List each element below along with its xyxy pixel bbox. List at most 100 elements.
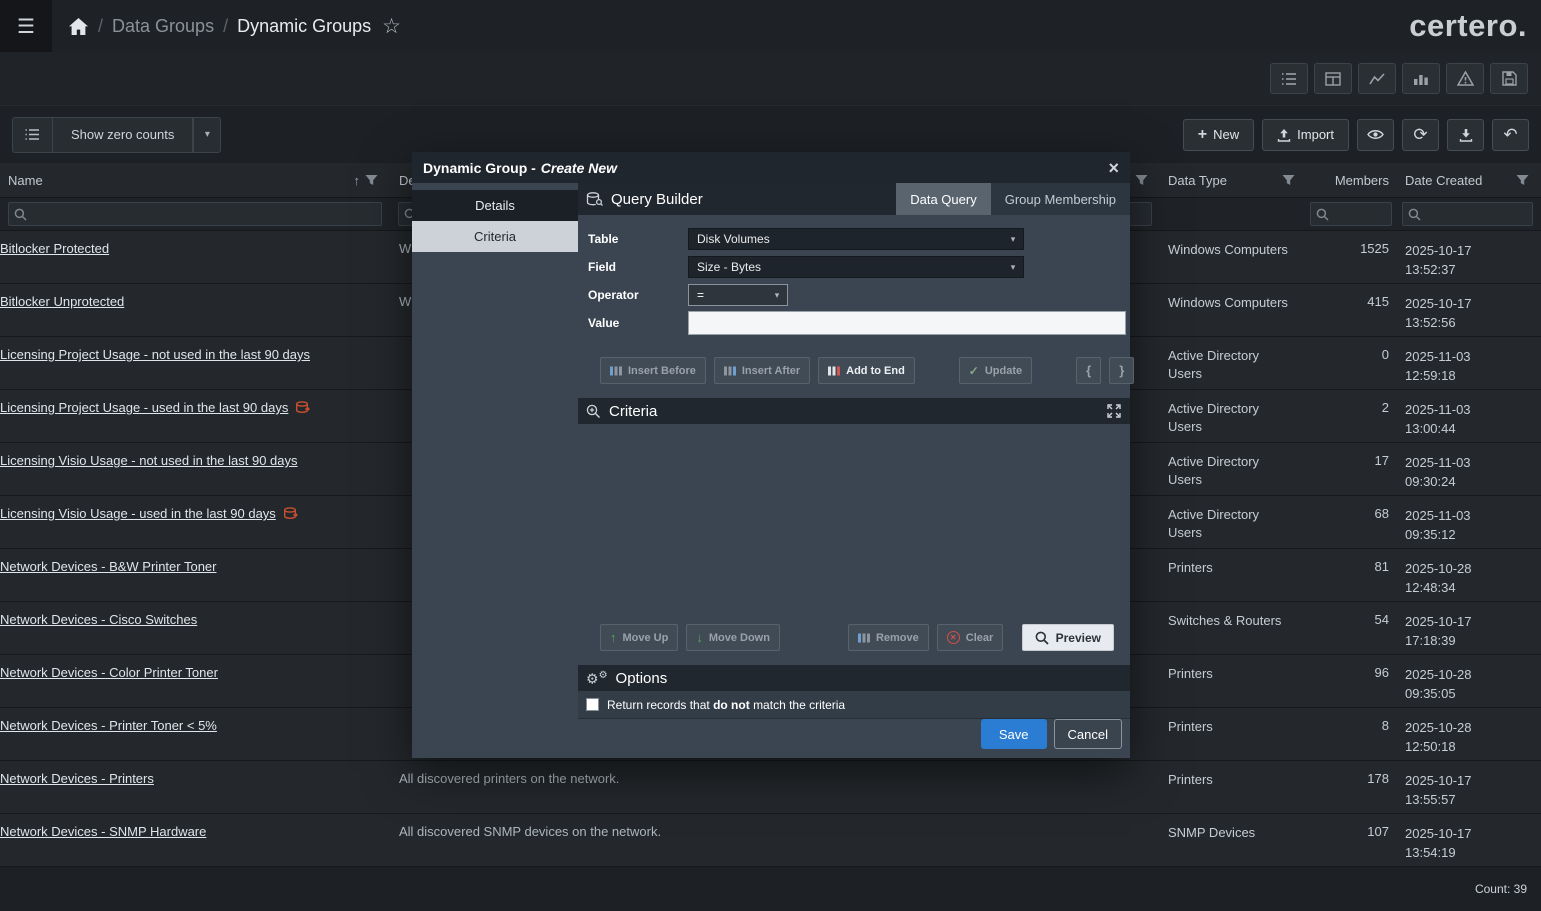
hamburger-menu-icon[interactable]: ☰ (0, 0, 52, 52)
cancel-button[interactable]: Cancel (1053, 719, 1122, 749)
group-data-type: Printers (1168, 666, 1213, 681)
group-name-link[interactable]: Network Devices - Printer Toner < 5% (0, 718, 217, 733)
grid-view-icon[interactable] (1314, 63, 1352, 94)
group-date-created: 2025-10-17 17:18:39 (1405, 614, 1472, 648)
remove-button[interactable]: Remove (847, 624, 929, 651)
group-name-link[interactable]: Licensing Visio Usage - not used in the … (0, 453, 298, 468)
return-not-match-checkbox[interactable] (586, 698, 599, 711)
check-icon: ✓ (968, 363, 979, 378)
group-date-created: 2025-10-17 13:55:57 (1405, 773, 1472, 807)
group-name-link[interactable]: Licensing Project Usage - not used in th… (0, 347, 310, 362)
zoom-plus-icon (586, 404, 601, 418)
plus-icon: + (1197, 125, 1208, 143)
insert-after-button[interactable]: Insert After (713, 357, 811, 384)
zero-counts-dropdown-caret[interactable]: ▾ (193, 116, 222, 153)
column-header-date-created[interactable]: Date Created (1395, 163, 1541, 197)
tab-details[interactable]: Details (412, 190, 578, 221)
column-header-members[interactable]: Members (1305, 163, 1395, 197)
filter-funnel-icon[interactable] (1135, 174, 1148, 186)
filter-funnel-icon[interactable] (1282, 174, 1295, 186)
favorite-star-icon[interactable]: ☆ (382, 14, 401, 39)
move-down-button[interactable]: ↓ Move Down (686, 624, 780, 651)
insert-button-row: Insert Before Insert After Add to End ✓ … (600, 357, 1135, 384)
modal-footer: Save Cancel (578, 719, 1130, 758)
close-icon[interactable]: × (1108, 159, 1119, 177)
alerts-warning-icon[interactable] (1446, 63, 1484, 94)
new-button[interactable]: + New (1182, 118, 1255, 151)
column-header-name[interactable]: Name ↑ (0, 163, 390, 197)
modal-title-bar: Dynamic Group - Create New × (412, 152, 1130, 183)
filter-funnel-icon[interactable] (1516, 174, 1529, 186)
export-button[interactable] (1447, 118, 1484, 151)
clear-button[interactable]: ✕ Clear (936, 624, 1004, 651)
undo-icon: ↶ (1503, 125, 1518, 144)
list-view-icon[interactable] (1270, 63, 1308, 94)
filter-funnel-icon[interactable] (365, 174, 378, 186)
toggle-visibility-button[interactable] (1357, 118, 1394, 151)
import-button[interactable]: Import (1262, 118, 1349, 151)
show-zero-counts-button[interactable]: Show zero counts (52, 116, 194, 153)
criteria-empty-area[interactable] (578, 424, 1130, 624)
group-data-type: Active Directory Users (1168, 401, 1260, 434)
open-brace-button[interactable]: { (1076, 357, 1102, 384)
group-name-link[interactable]: Bitlocker Unprotected (0, 294, 124, 309)
preview-button[interactable]: Preview (1021, 624, 1114, 651)
group-name-link[interactable]: Bitlocker Protected (0, 241, 109, 256)
group-name-link[interactable]: Network Devices - SNMP Hardware (0, 824, 206, 839)
tab-group-membership[interactable]: Group Membership (990, 183, 1130, 215)
expand-icon[interactable] (1107, 404, 1121, 418)
insert-before-button[interactable]: Insert Before (600, 357, 706, 384)
group-data-type: Windows Computers (1168, 295, 1288, 310)
close-brace-button[interactable]: } (1109, 357, 1135, 384)
group-date-created: 2025-10-17 13:52:56 (1405, 296, 1472, 330)
group-data-type: Switches & Routers (1168, 613, 1282, 628)
members-filter-input[interactable] (1310, 202, 1392, 226)
save-button[interactable]: Save (980, 719, 1047, 749)
criteria-title: Criteria (609, 402, 658, 420)
group-data-type: Printers (1168, 560, 1213, 575)
add-to-end-button[interactable]: Add to End (818, 357, 915, 384)
breadcrumb-data-groups[interactable]: Data Groups (112, 16, 214, 37)
group-date-created: 2025-11-03 09:35:12 (1405, 508, 1471, 542)
group-members-count: 96 (1374, 665, 1389, 680)
search-icon (1035, 631, 1049, 645)
column-header-data-type[interactable]: Data Type (1160, 163, 1305, 197)
group-name-link[interactable]: Network Devices - B&W Printer Toner (0, 559, 217, 574)
options-header: ⚙⚙ Options (578, 665, 1130, 691)
group-members-count: 178 (1367, 771, 1389, 786)
save-view-icon[interactable] (1490, 63, 1528, 94)
group-name-link[interactable]: Licensing Project Usage - used in the la… (0, 400, 288, 415)
tab-criteria[interactable]: Criteria (412, 221, 578, 252)
name-filter-input[interactable] (8, 202, 382, 226)
view-toolbar (0, 52, 1541, 106)
group-name-link[interactable]: Licensing Visio Usage - used in the last… (0, 506, 276, 521)
checkbox-label: Return records that do not match the cri… (607, 697, 846, 712)
line-chart-icon[interactable] (1358, 63, 1396, 94)
group-date-created: 2025-10-28 09:35:05 (1405, 667, 1472, 701)
group-name-link[interactable]: Network Devices - Printers (0, 771, 154, 786)
group-name-link[interactable]: Network Devices - Cisco Switches (0, 612, 197, 627)
group-members-count: 1525 (1360, 241, 1389, 256)
group-name-link[interactable]: Network Devices - Color Printer Toner (0, 665, 218, 680)
bar-chart-icon[interactable] (1402, 63, 1440, 94)
refresh-button[interactable]: ⟳ (1402, 118, 1439, 151)
undo-button[interactable]: ↶ (1492, 118, 1529, 151)
update-button[interactable]: ✓ Update (958, 357, 1033, 384)
criteria-button-row: ↑ Move Up ↓ Move Down Remove ✕ Clear Pre… (600, 624, 1114, 651)
sort-asc-icon[interactable]: ↑ (354, 173, 361, 188)
field-select[interactable]: Size - Bytes ▾ (688, 256, 1024, 278)
list-options-icon[interactable] (12, 116, 52, 153)
home-icon[interactable] (68, 17, 89, 36)
date-created-filter-input[interactable] (1402, 202, 1533, 226)
value-input[interactable] (688, 311, 1126, 335)
row-count-label: Count: 39 (1474, 882, 1527, 896)
operator-select[interactable]: = ▾ (688, 284, 788, 306)
arrow-up-icon: ↑ (610, 630, 617, 645)
group-data-type: Active Directory Users (1168, 454, 1260, 487)
table-row: Network Devices - SNMP Hardware All disc… (0, 814, 1541, 867)
top-bar: ☰ / Data Groups / Dynamic Groups ☆ certe… (0, 0, 1541, 52)
table-select[interactable]: Disk Volumes ▾ (688, 228, 1024, 250)
download-icon (1459, 128, 1472, 142)
move-up-button[interactable]: ↑ Move Up (600, 624, 679, 651)
tab-data-query[interactable]: Data Query (896, 183, 991, 215)
